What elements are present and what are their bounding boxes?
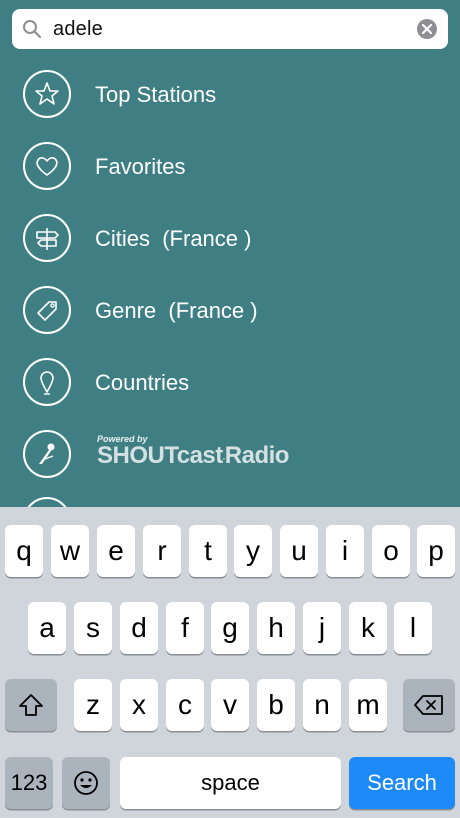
key-u[interactable]: u bbox=[280, 525, 318, 577]
key-q[interactable]: q bbox=[5, 525, 43, 577]
key-x[interactable]: x bbox=[120, 679, 158, 731]
menu-item-label: Favorites bbox=[95, 154, 186, 179]
key-o[interactable]: o bbox=[372, 525, 410, 577]
search-bar[interactable]: adele bbox=[12, 9, 448, 49]
delete-key[interactable] bbox=[403, 679, 455, 731]
key-z[interactable]: z bbox=[74, 679, 112, 731]
menu-item-label: Cities (France ) bbox=[95, 226, 252, 251]
key-r[interactable]: r bbox=[143, 525, 181, 577]
menu-item-favorites[interactable]: Favorites bbox=[0, 142, 460, 214]
key-n[interactable]: n bbox=[303, 679, 341, 731]
heart-icon bbox=[23, 142, 71, 190]
key-y[interactable]: y bbox=[234, 525, 272, 577]
search-key[interactable]: Search bbox=[349, 757, 455, 809]
search-icon bbox=[23, 20, 42, 39]
emoji-key[interactable] bbox=[62, 757, 110, 809]
key-s[interactable]: s bbox=[74, 602, 112, 654]
key-g[interactable]: g bbox=[211, 602, 249, 654]
key-t[interactable]: t bbox=[189, 525, 227, 577]
key-p[interactable]: p bbox=[417, 525, 455, 577]
app-screen: adele Top Stations Favorites Cities (Fra… bbox=[0, 0, 460, 507]
signpost-icon bbox=[23, 214, 71, 262]
clear-icon[interactable] bbox=[417, 19, 437, 39]
menu-item-label: Countries bbox=[95, 370, 190, 395]
menu-item-label: Genre (France ) bbox=[95, 298, 258, 323]
key-j[interactable]: j bbox=[303, 602, 341, 654]
key-a[interactable]: a bbox=[28, 602, 66, 654]
shoutcast-brand: SHOUTcast.Radio bbox=[97, 442, 289, 469]
key-b[interactable]: b bbox=[257, 679, 295, 731]
map-pin-icon bbox=[23, 358, 71, 406]
shoutcast-logo: Powered by SHOUTcast.Radio bbox=[97, 434, 289, 470]
emoji-icon bbox=[74, 771, 98, 795]
space-key[interactable]: space bbox=[120, 757, 341, 809]
key-h[interactable]: h bbox=[257, 602, 295, 654]
key-m[interactable]: m bbox=[349, 679, 387, 731]
keyboard: q w e r t y u i o p a s d f g h j k l z … bbox=[0, 507, 460, 818]
key-f[interactable]: f bbox=[166, 602, 204, 654]
key-k[interactable]: k bbox=[349, 602, 387, 654]
menu-item-top-stations[interactable]: Top Stations bbox=[0, 70, 460, 142]
key-c[interactable]: c bbox=[166, 679, 204, 731]
numbers-key[interactable]: 123 bbox=[5, 757, 53, 809]
key-v[interactable]: v bbox=[211, 679, 249, 731]
backspace-icon bbox=[414, 695, 443, 715]
key-l[interactable]: l bbox=[394, 602, 432, 654]
shift-icon bbox=[19, 694, 43, 716]
shift-key[interactable] bbox=[5, 679, 57, 731]
tag-icon bbox=[23, 286, 71, 334]
key-w[interactable]: w bbox=[51, 525, 89, 577]
menu-item-genre[interactable]: Genre (France ) bbox=[0, 286, 460, 358]
search-input[interactable]: adele bbox=[53, 18, 103, 41]
key-i[interactable]: i bbox=[326, 525, 364, 577]
menu-item-countries[interactable]: Countries bbox=[0, 358, 460, 430]
menu-item-cities[interactable]: Cities (France ) bbox=[0, 214, 460, 286]
microphone-icon bbox=[23, 430, 71, 478]
key-e[interactable]: e bbox=[97, 525, 135, 577]
menu-item-label: Top Stations bbox=[95, 82, 217, 107]
key-d[interactable]: d bbox=[120, 602, 158, 654]
star-icon bbox=[23, 70, 71, 118]
